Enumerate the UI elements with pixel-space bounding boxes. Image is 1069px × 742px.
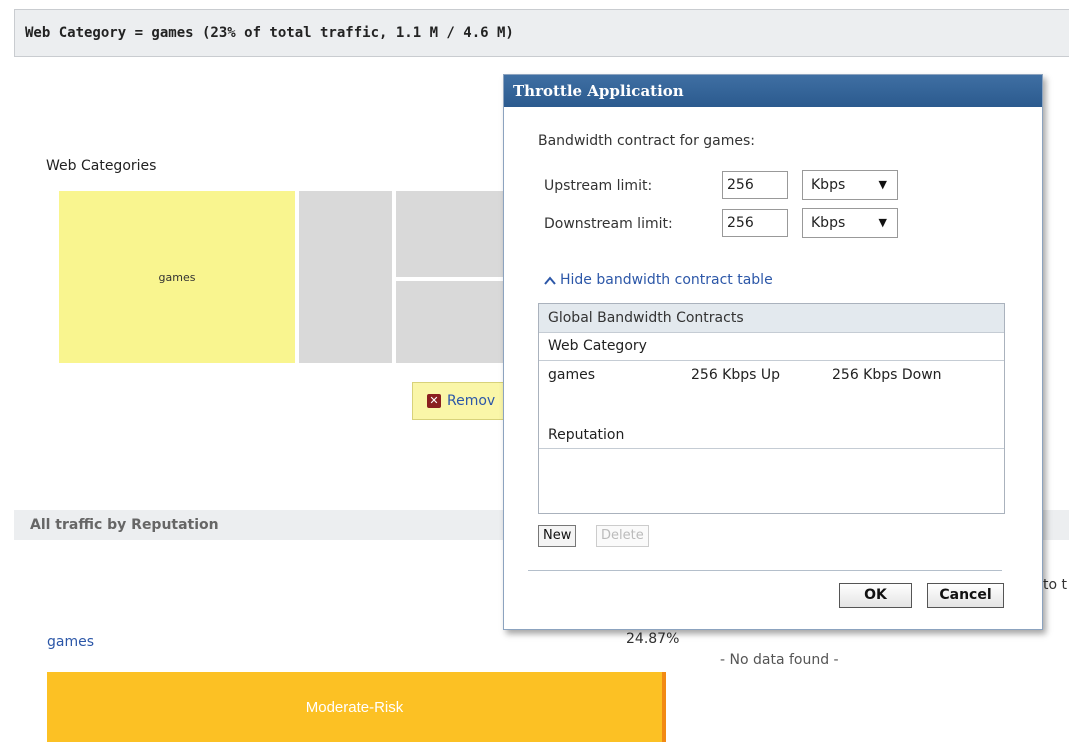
risk-bar-label: Moderate-Risk — [305, 698, 404, 716]
chevron-up-icon — [544, 275, 556, 285]
hide-contract-table-toggle[interactable]: Hide bandwidth contract table — [544, 272, 773, 288]
dialog-subtitle: Bandwidth contract for games: — [538, 133, 756, 149]
table-header: Global Bandwidth Contracts — [539, 304, 1004, 333]
filter-header: Web Category = games (23% of total traff… — [14, 9, 1069, 57]
remove-x-icon: ✕ — [427, 394, 441, 408]
downstream-unit-value: Kbps — [811, 215, 846, 231]
moderate-risk-bar[interactable]: Moderate-Risk — [47, 672, 662, 742]
downstream-limit-input[interactable] — [722, 209, 788, 237]
group-reputation: Reputation — [548, 427, 625, 443]
downstream-label: Downstream limit: — [544, 216, 673, 232]
dialog-title: Throttle Application — [504, 75, 1042, 107]
dropdown-caret-icon: ▼ — [878, 178, 887, 191]
row-down: 256 Kbps Down — [832, 367, 942, 383]
table-divider — [539, 448, 1004, 449]
group-web-category: Web Category — [548, 338, 647, 354]
new-button[interactable]: New — [538, 525, 577, 547]
treemap-tile-label: games — [158, 270, 196, 284]
cancel-button[interactable]: Cancel — [927, 583, 1004, 608]
dialog-separator — [528, 570, 1002, 571]
delete-button[interactable]: Delete — [596, 525, 649, 547]
toggle-label: Hide bandwidth contract table — [560, 272, 773, 288]
table-divider — [539, 360, 1004, 361]
throttle-dialog: Throttle Application Bandwidth contract … — [503, 74, 1043, 630]
reputation-side-text: to t — [1043, 577, 1067, 593]
web-categories-title: Web Categories — [46, 158, 157, 174]
treemap-tile[interactable] — [396, 281, 504, 363]
upstream-limit-input[interactable] — [722, 171, 788, 199]
dropdown-caret-icon: ▼ — [878, 216, 887, 229]
reputation-category-link[interactable]: games — [47, 634, 94, 650]
row-up: 256 Kbps Up — [691, 367, 781, 383]
risk-bar-edge — [662, 672, 666, 742]
treemap-tile[interactable] — [299, 191, 392, 363]
remove-button-label: Remov — [447, 393, 496, 409]
downstream-unit-select[interactable]: Kbps ▼ — [802, 208, 898, 238]
treemap-tile[interactable] — [396, 191, 504, 277]
reputation-percent: 24.87% — [626, 631, 680, 647]
upstream-unit-select[interactable]: Kbps ▼ — [802, 170, 898, 200]
ok-button[interactable]: OK — [839, 583, 912, 608]
no-data-text: - No data found - — [720, 652, 839, 668]
treemap-tile-games[interactable]: games — [59, 191, 295, 363]
row-name: games — [548, 367, 596, 383]
upstream-unit-value: Kbps — [811, 177, 846, 193]
upstream-label: Upstream limit: — [544, 178, 653, 194]
contract-table: Global Bandwidth Contracts Web Category … — [538, 303, 1005, 514]
